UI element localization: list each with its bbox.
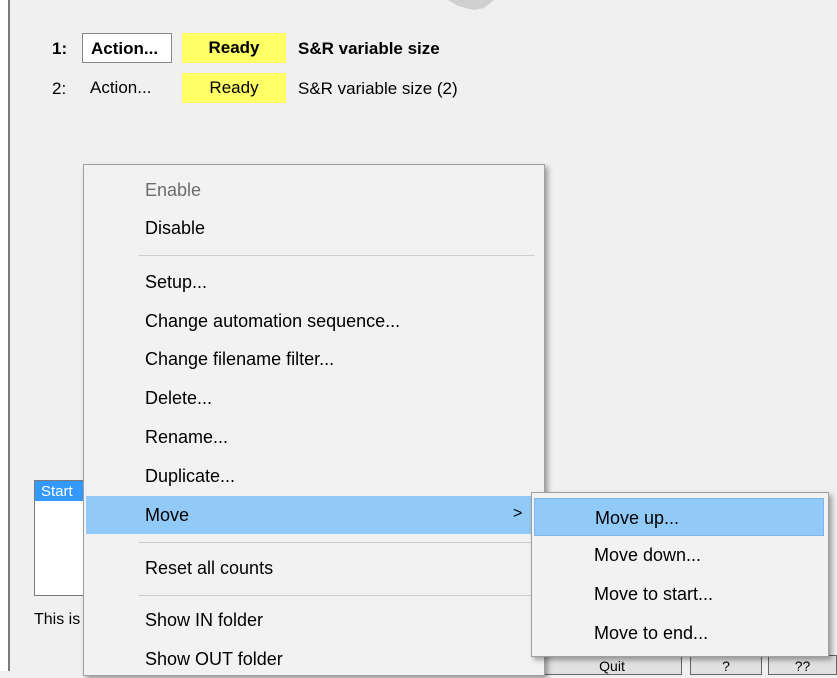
menu-item-label: Disable [145, 218, 206, 238]
status-badge: Ready [182, 33, 286, 63]
sequence-name: S&R variable size (2) [298, 79, 458, 98]
help-button[interactable]: ? [690, 655, 762, 675]
menu-item-label: Show OUT folder [145, 649, 283, 669]
submenu-arrow-icon: > [513, 505, 523, 522]
menu-item-label: Change automation sequence... [145, 311, 401, 331]
menu-item-label: Delete... [145, 388, 213, 408]
submenu-item-move-down[interactable]: Move down... [534, 536, 824, 574]
advanced-help-button[interactable]: ?? [768, 655, 837, 675]
action-button[interactable]: Action... [82, 73, 172, 103]
move-submenu: Move up... Move down... Move to start...… [531, 492, 829, 657]
menu-item-duplicate[interactable]: Duplicate... [86, 457, 541, 495]
menu-item-label: Reset all counts [145, 558, 274, 578]
submenu-item-move-to-start[interactable]: Move to start... [534, 575, 824, 613]
quit-button[interactable]: Quit [542, 655, 682, 675]
menu-item-change-filename-filter[interactable]: Change filename filter... [86, 340, 541, 378]
menu-item-setup[interactable]: Setup... [86, 263, 541, 301]
window-left-border [0, 0, 10, 671]
action-button[interactable]: Action... [82, 33, 172, 63]
menu-separator [139, 255, 535, 256]
menu-item-label: Rename... [145, 427, 229, 447]
menu-item-label: Change filename filter... [145, 349, 335, 369]
submenu-item-move-up[interactable]: Move up... [534, 498, 824, 536]
menu-item-disable[interactable]: Disable [86, 209, 541, 247]
status-badge: Ready [182, 73, 286, 103]
menu-item-label: Show IN folder [145, 610, 264, 630]
menu-item-show-out-folder[interactable]: Show OUT folder [86, 640, 541, 678]
sequence-name: S&R variable size [298, 39, 440, 58]
menu-item-rename[interactable]: Rename... [86, 418, 541, 456]
menu-item-label: Move [145, 505, 190, 525]
menu-item-enable: Enable [86, 171, 541, 209]
menu-item-label: Setup... [145, 272, 208, 292]
menu-item-label: Duplicate... [145, 466, 236, 486]
submenu-item-label: Move down... [594, 545, 702, 565]
app-window: 1: Action... Ready S&R variable size 2: … [0, 0, 837, 676]
menu-item-label: Enable [145, 180, 202, 200]
sequence-index: 2: [52, 79, 67, 98]
submenu-item-label: Move to end... [594, 623, 709, 643]
menu-item-delete[interactable]: Delete... [86, 379, 541, 417]
bottom-button-bar: Quit ? ?? [542, 655, 837, 675]
menu-separator [139, 595, 535, 596]
menu-item-move[interactable]: Move > [86, 496, 541, 534]
menu-item-change-automation-sequence[interactable]: Change automation sequence... [86, 302, 541, 340]
submenu-item-label: Move up... [595, 508, 680, 528]
submenu-item-move-to-end[interactable]: Move to end... [534, 614, 824, 652]
context-menu: Enable Disable Setup... Change automatio… [83, 164, 545, 676]
menu-item-reset-all-counts[interactable]: Reset all counts [86, 549, 541, 587]
menu-separator [139, 542, 535, 543]
menu-item-show-in-folder[interactable]: Show IN folder [86, 601, 541, 639]
top-edge-arrow [448, 0, 494, 10]
status-text: This is [34, 611, 81, 628]
sequence-index: 1: [52, 39, 68, 58]
submenu-item-label: Move to start... [594, 584, 714, 604]
